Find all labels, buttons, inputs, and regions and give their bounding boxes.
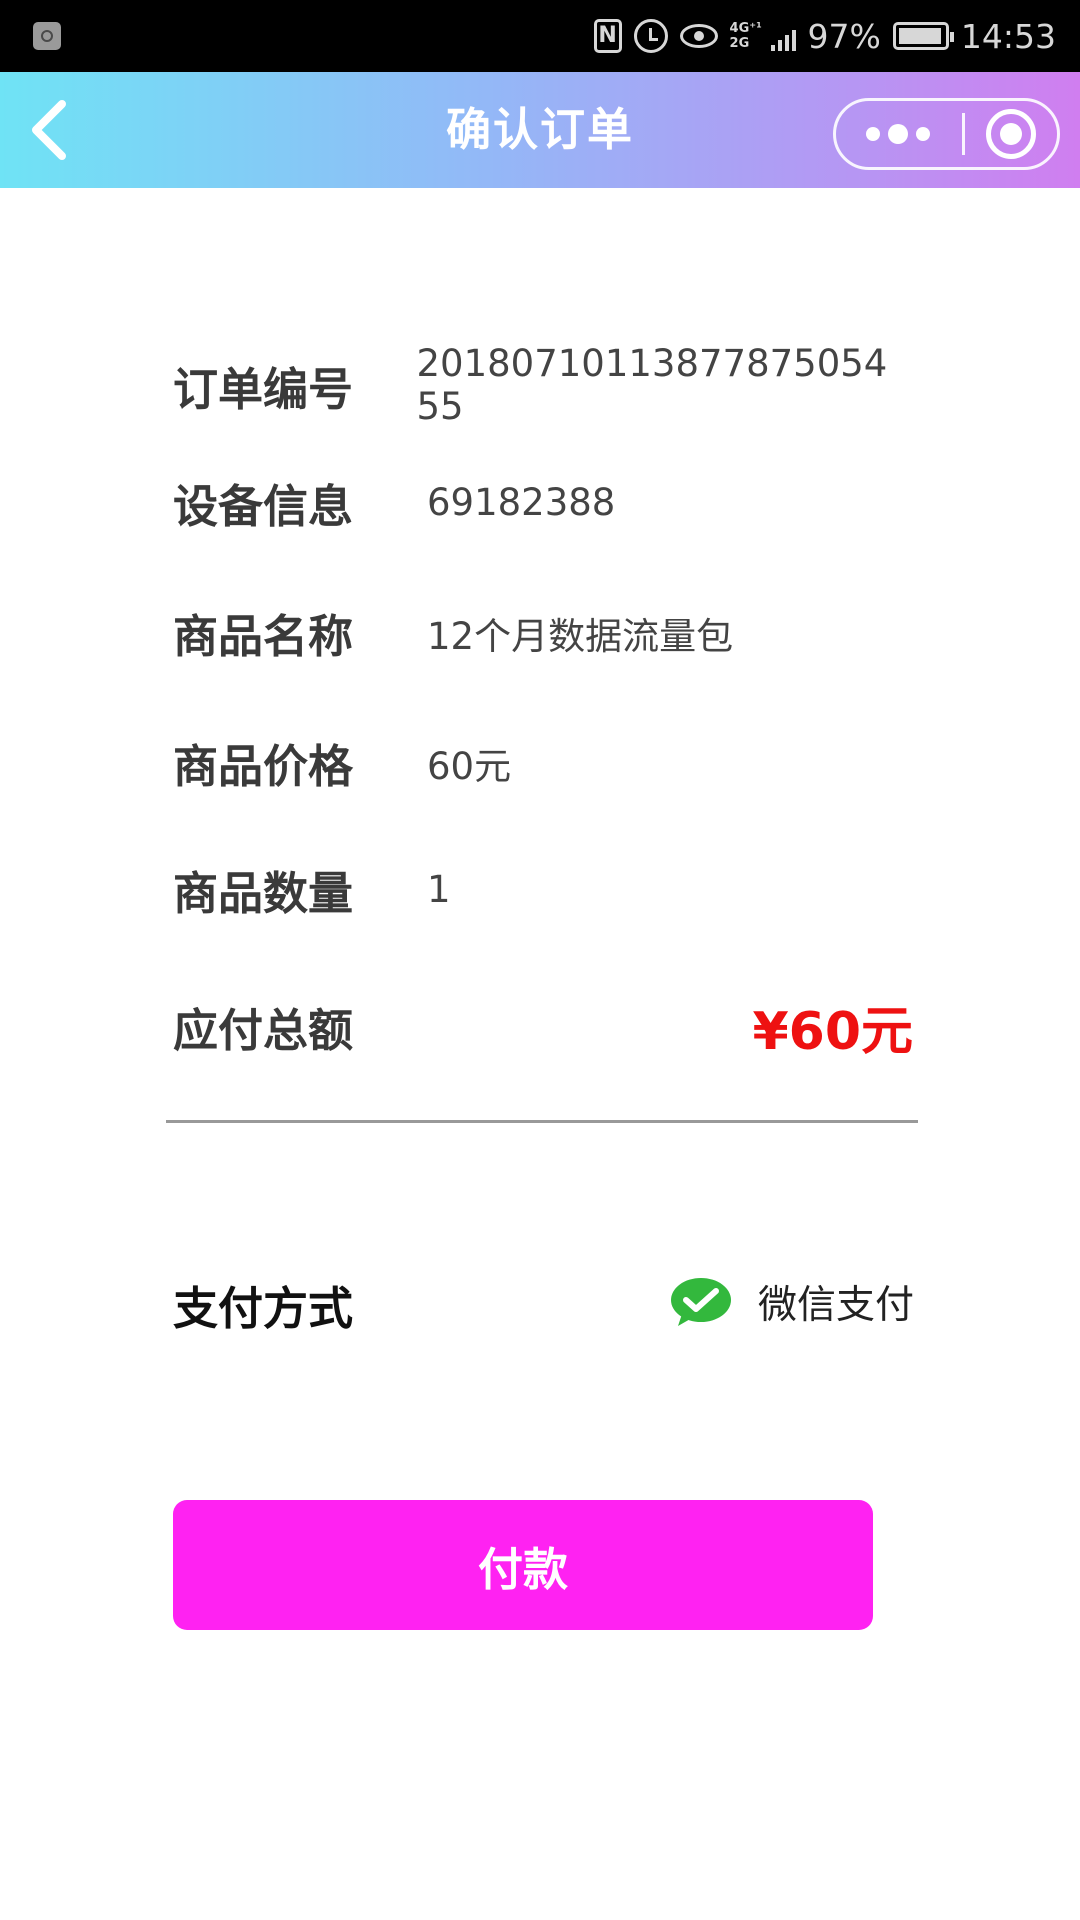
battery-icon bbox=[892, 22, 954, 50]
total-amount-row: 应付总额 ¥60元 bbox=[173, 992, 913, 1062]
more-button[interactable] bbox=[836, 101, 960, 167]
app-notification-icon bbox=[33, 22, 61, 50]
product-price-value: 60元 bbox=[427, 744, 512, 788]
more-dot-icon bbox=[888, 124, 908, 144]
pay-button[interactable]: 付款 bbox=[173, 1500, 873, 1630]
divider bbox=[166, 1120, 918, 1123]
signal-icon: 4G⁺¹ 2G bbox=[730, 19, 796, 53]
product-quantity-value: 1 bbox=[427, 868, 451, 911]
device-info-value: 69182388 bbox=[427, 481, 616, 524]
order-number-label: 订单编号 bbox=[173, 362, 354, 416]
more-dot-icon bbox=[866, 127, 880, 141]
device-info-row: 设备信息 69182388 bbox=[173, 470, 913, 535]
eye-comfort-icon bbox=[679, 24, 718, 48]
clock: 14:53 bbox=[960, 16, 1056, 56]
network-type: 4G⁺¹ 2G bbox=[729, 21, 762, 51]
more-dot-icon bbox=[916, 127, 930, 141]
product-quantity-row: 商品数量 1 bbox=[173, 857, 913, 922]
alarm-icon bbox=[633, 19, 668, 53]
product-price-label: 商品价格 bbox=[173, 740, 354, 793]
order-number-row: 订单编号 20180710113877875054​55 bbox=[173, 342, 913, 428]
device-info-label: 设备信息 bbox=[173, 480, 354, 533]
product-name-label: 商品名称 bbox=[173, 610, 354, 663]
wechat-pay-icon bbox=[670, 1278, 731, 1326]
close-mini-program-button[interactable] bbox=[986, 109, 1036, 159]
order-number-value: 20180710113877875054​55 bbox=[416, 342, 888, 428]
battery-percent: 97% bbox=[807, 16, 881, 56]
payment-method-label: 支付方式 bbox=[173, 1282, 354, 1335]
nav-bar: 确认订单 bbox=[0, 72, 1080, 188]
product-name-value: 12个月数据流量包 bbox=[427, 614, 734, 658]
nfc-icon: N bbox=[593, 19, 622, 53]
product-name-row: 商品名称 12个月数据流量包 bbox=[173, 600, 913, 665]
mini-program-capsule bbox=[833, 98, 1060, 170]
wechat-pay-option[interactable]: 微信支付 bbox=[670, 1270, 914, 1334]
product-quantity-label: 商品数量 bbox=[173, 867, 354, 920]
wechat-pay-label: 微信支付 bbox=[757, 1283, 914, 1328]
product-price-row: 商品价格 60元 bbox=[173, 730, 913, 795]
total-amount-value: ¥60元 bbox=[752, 1001, 913, 1062]
status-bar: N 4G⁺¹ 2G 97% 14:53 bbox=[0, 0, 1080, 72]
total-amount-label: 应付总额 bbox=[173, 1003, 354, 1057]
signal-bars bbox=[770, 30, 796, 51]
status-icons: N 4G⁺¹ 2G 97% 14:53 bbox=[593, 14, 1056, 58]
capsule-divider bbox=[962, 113, 965, 155]
